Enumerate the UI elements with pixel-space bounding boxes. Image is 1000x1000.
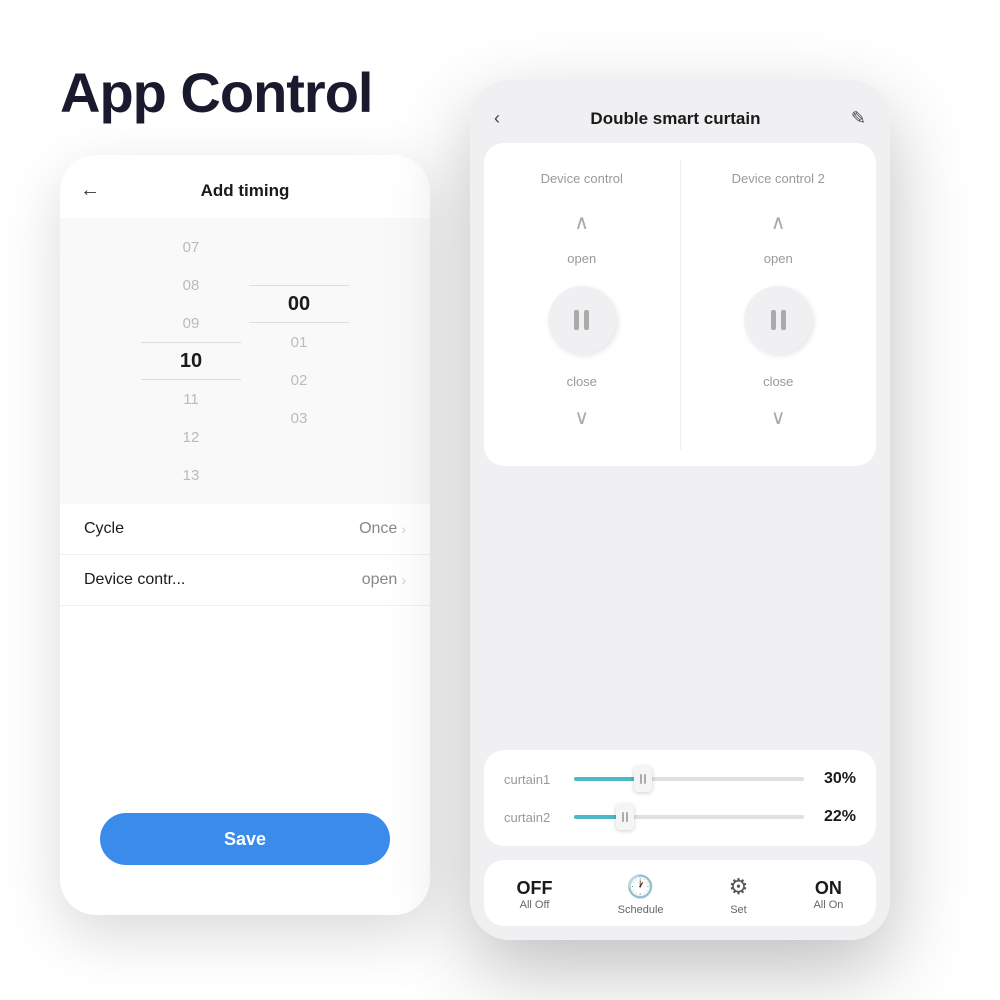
minute-00-selected[interactable]: 00 — [249, 285, 349, 323]
curtain2-track[interactable] — [574, 815, 804, 819]
open-label-1: open — [567, 251, 596, 266]
hour-13: 13 — [141, 456, 241, 494]
device-control-label: Device contr... — [84, 571, 185, 589]
device-control-value[interactable]: open› — [362, 571, 406, 589]
save-button[interactable]: Save — [100, 813, 390, 865]
device-control-row[interactable]: Device contr... open› — [60, 555, 430, 606]
hour-08: 08 — [141, 266, 241, 304]
time-picker[interactable]: 07 08 09 10 11 12 13 00 01 02 03 — [60, 218, 430, 504]
device-control-2: Device control 2 ∧ open close ∨ — [681, 159, 877, 450]
cycle-label: Cycle — [84, 520, 124, 538]
add-timing-phone: ← Add timing 07 08 09 10 11 12 13 00 01 … — [60, 155, 430, 915]
add-timing-header: ← Add timing — [60, 179, 430, 218]
hour-07: 07 — [141, 228, 241, 266]
curtain2-slider-row[interactable]: curtain2 22% — [504, 808, 856, 826]
all-on-label: All On — [813, 899, 843, 911]
device-control-2-label: Device control 2 — [732, 171, 825, 186]
up-arrow-2[interactable]: ∧ — [763, 202, 794, 243]
page-title: App Control — [60, 60, 372, 125]
set-button[interactable]: ⚙ Set — [729, 874, 749, 916]
set-label: Set — [730, 904, 747, 916]
pause-icon-2 — [771, 310, 786, 330]
pause-icon-1 — [574, 310, 589, 330]
double-curtain-phone: ‹ Double smart curtain ✎ Device control … — [470, 80, 890, 940]
hours-column[interactable]: 07 08 09 10 11 12 13 — [141, 228, 241, 494]
down-arrow-1[interactable]: ∨ — [566, 397, 597, 438]
all-off-button[interactable]: OFF All Off — [517, 879, 553, 911]
close-label-1: close — [567, 374, 597, 389]
sliders-section: curtain1 30% curtain2 — [484, 750, 876, 846]
chevron-icon-2: › — [401, 572, 406, 588]
edit-icon[interactable]: ✎ — [851, 108, 866, 129]
hour-09: 09 — [141, 304, 241, 342]
curtain1-fill — [574, 777, 643, 781]
hour-12: 12 — [141, 418, 241, 456]
device-control-1-label: Device control — [541, 171, 623, 186]
thumb-bars-1 — [640, 774, 646, 784]
hour-11: 11 — [141, 380, 241, 418]
curtain1-track[interactable] — [574, 777, 804, 781]
schedule-button[interactable]: 🕐 Schedule — [618, 874, 664, 916]
device-control-1: Device control ∧ open close ∨ — [484, 159, 681, 450]
curtain2-thumb[interactable] — [616, 804, 634, 830]
settings-icon: ⚙ — [729, 874, 749, 900]
all-on-button[interactable]: ON All On — [813, 879, 843, 911]
chevron-icon: › — [401, 521, 406, 537]
hour-10-selected[interactable]: 10 — [141, 342, 241, 380]
schedule-icon: 🕐 — [627, 874, 654, 900]
open-label-2: open — [764, 251, 793, 266]
back-button-left[interactable]: ← — [80, 179, 100, 202]
pause-button-1[interactable] — [548, 286, 616, 354]
up-arrow-1[interactable]: ∧ — [566, 202, 597, 243]
all-off-label: All Off — [520, 899, 550, 911]
add-timing-title: Add timing — [201, 181, 290, 201]
curtain2-label: curtain2 — [504, 810, 562, 825]
cycle-row[interactable]: Cycle Once› — [60, 504, 430, 555]
schedule-label: Schedule — [618, 904, 664, 916]
minute-01: 01 — [249, 323, 349, 361]
curtain1-slider-row[interactable]: curtain1 30% — [504, 770, 856, 788]
close-label-2: close — [763, 374, 793, 389]
curtain1-percent: 30% — [816, 770, 856, 788]
curtain1-label: curtain1 — [504, 772, 562, 787]
off-label: OFF — [517, 879, 553, 897]
curtain-title: Double smart curtain — [590, 109, 760, 129]
pause-button-2[interactable] — [744, 286, 812, 354]
cycle-value[interactable]: Once› — [359, 520, 406, 538]
minute-03: 03 — [249, 399, 349, 437]
curtain-header: ‹ Double smart curtain ✎ — [470, 80, 890, 143]
back-button-right[interactable]: ‹ — [494, 108, 500, 129]
down-arrow-2[interactable]: ∨ — [763, 397, 794, 438]
curtain1-thumb[interactable] — [634, 766, 652, 792]
bottom-bar: OFF All Off 🕐 Schedule ⚙ Set ON All On — [484, 860, 876, 926]
minutes-column[interactable]: 00 01 02 03 — [249, 285, 349, 437]
curtain2-percent: 22% — [816, 808, 856, 826]
minute-02: 02 — [249, 361, 349, 399]
on-label: ON — [815, 879, 842, 897]
thumb-bars-2 — [622, 812, 628, 822]
device-control-panel: Device control ∧ open close ∨ Device con… — [484, 143, 876, 466]
